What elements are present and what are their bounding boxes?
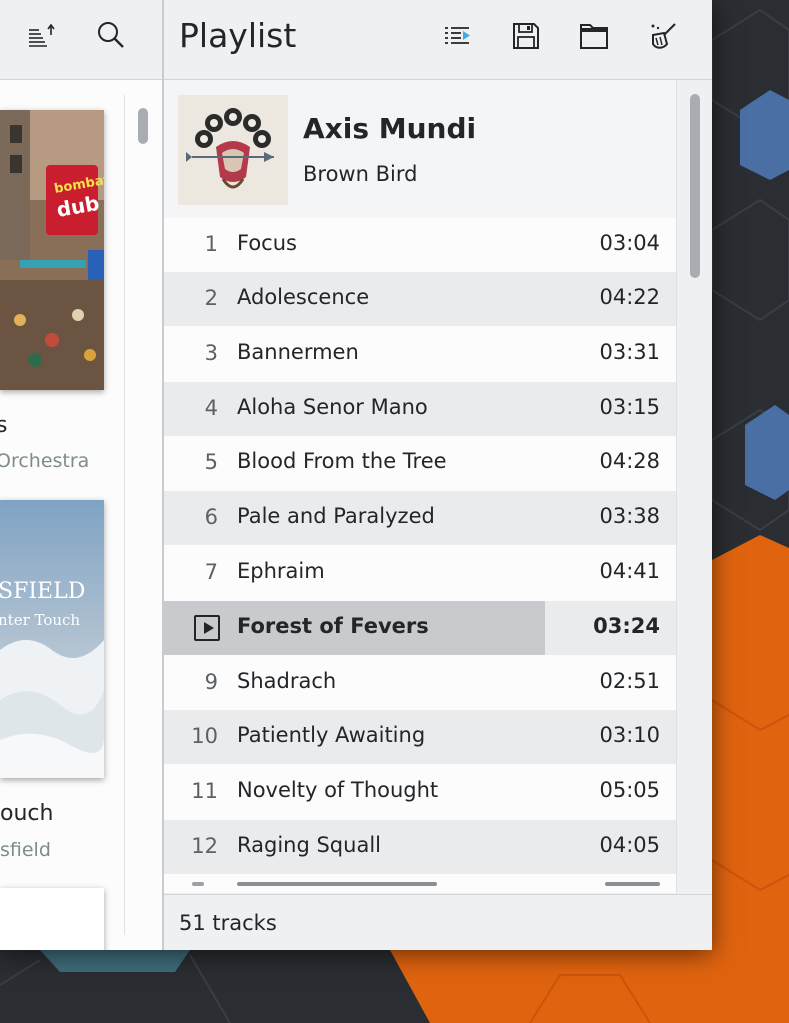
album-cover[interactable]: bombay dub: [0, 110, 104, 390]
track-count: 51 tracks: [179, 911, 277, 935]
track-title: Aloha Senor Mano: [237, 395, 428, 419]
track-duration: 03:24: [593, 614, 660, 638]
track-row[interactable]: 10 Patiently Awaiting 03:10: [164, 710, 676, 764]
library-scrollbar-track[interactable]: [124, 95, 125, 935]
track-number: 3: [204, 341, 218, 365]
track-row[interactable]: 12 Raging Squall 04:05: [164, 820, 676, 874]
playlist-list: Axis Mundi Brown Bird 1 Focus 03:04 2 Ad…: [164, 80, 676, 893]
track-duration: 05:05: [599, 778, 660, 802]
track-duration: 03:04: [599, 231, 660, 255]
album-title[interactable]: ouch: [0, 801, 53, 826]
track-duration: 03:15: [599, 395, 660, 419]
track-row-playing[interactable]: Forest of Fevers 03:24: [164, 601, 676, 655]
playlist-album-artist: Brown Bird: [303, 162, 418, 186]
track-duration: 03:31: [599, 340, 660, 364]
track-row[interactable]: 3 Bannermen 03:31: [164, 327, 676, 381]
app-window: bombay dub s Orchestra SFIELD nter Touch: [0, 0, 712, 950]
album-header[interactable]: Axis Mundi Brown Bird: [164, 80, 676, 218]
track-duration: 04:22: [599, 285, 660, 309]
library-scrollbar-handle[interactable]: [138, 108, 148, 144]
album-cover[interactable]: [0, 888, 104, 950]
cover-text: SFIELD: [0, 579, 85, 604]
library-pane: bombay dub s Orchestra SFIELD nter Touch: [0, 0, 162, 950]
track-row[interactable]: 11 Novelty of Thought 05:05: [164, 765, 676, 819]
album-title[interactable]: s: [0, 413, 7, 438]
track-number: 1: [204, 232, 218, 256]
track-row[interactable]: 4 Aloha Senor Mano 03:15: [164, 382, 676, 436]
track-number: 4: [204, 396, 218, 420]
track-row[interactable]: 9 Shadrach 02:51: [164, 656, 676, 710]
search-icon[interactable]: [94, 18, 128, 52]
track-row[interactable]: 7 Ephraim 04:41: [164, 546, 676, 600]
album-cover: [178, 95, 288, 205]
track-duration: 03:38: [599, 504, 660, 528]
playlist-title: Playlist: [179, 16, 297, 55]
track-title: Pale and Paralyzed: [237, 504, 435, 528]
track-title: Bannermen: [237, 340, 359, 364]
track-title: Adolescence: [237, 285, 370, 309]
track-duration: 04:05: [599, 833, 660, 857]
album-artist[interactable]: Orchestra: [0, 450, 89, 472]
playlist-scrollbar-handle[interactable]: [690, 94, 700, 278]
track-number: 7: [204, 560, 218, 584]
track-number: 12: [191, 834, 218, 858]
track-title: Focus: [237, 231, 297, 255]
track-row[interactable]: 2 Adolescence 04:22: [164, 272, 676, 326]
playlist-toolbar: Playlist: [164, 0, 712, 80]
library-toolbar: [0, 0, 162, 80]
playlist-footer: 51 tracks: [164, 894, 712, 950]
track-title: Novelty of Thought: [237, 778, 439, 802]
track-title: Shadrach: [237, 669, 337, 693]
playlist-queue-icon[interactable]: [440, 19, 474, 53]
track-number: 9: [204, 670, 218, 694]
folder-icon[interactable]: [577, 19, 611, 53]
track-title-fragment: [237, 882, 437, 886]
cover-text: nter Touch: [0, 611, 80, 629]
track-row[interactable]: 1 Focus 03:04: [164, 218, 676, 272]
track-row[interactable]: 5 Blood From the Tree 04:28: [164, 436, 676, 490]
playlist-pane: Playlist Axis Mundi Brown Bird 1 Focus 0…: [164, 0, 712, 950]
playlist-album-name: Axis Mundi: [303, 112, 477, 145]
track-title: Forest of Fevers: [237, 614, 429, 638]
track-row[interactable]: 6 Pale and Paralyzed 03:38: [164, 491, 676, 545]
sort-ascending-icon[interactable]: [24, 20, 58, 54]
track-title: Blood From the Tree: [237, 449, 447, 473]
track-duration-fragment: [605, 882, 660, 886]
track-row-partial[interactable]: [164, 878, 676, 893]
track-number: 6: [204, 505, 218, 529]
album-cover[interactable]: SFIELD nter Touch: [0, 500, 104, 778]
track-title: Raging Squall: [237, 833, 381, 857]
track-title: Patiently Awaiting: [237, 723, 426, 747]
clear-playlist-icon[interactable]: [646, 19, 680, 53]
track-number: 11: [191, 779, 218, 803]
album-artist[interactable]: sfield: [0, 839, 51, 861]
now-playing-icon: [194, 615, 220, 641]
track-duration: 04:28: [599, 449, 660, 473]
track-number: 2: [204, 286, 218, 310]
track-title: Ephraim: [237, 559, 325, 583]
track-duration: 03:10: [599, 723, 660, 747]
save-icon[interactable]: [509, 19, 543, 53]
track-number: 5: [204, 450, 218, 474]
track-number: 10: [191, 724, 218, 748]
track-number-fragment: [192, 882, 204, 886]
track-duration: 04:41: [599, 559, 660, 583]
track-duration: 02:51: [599, 669, 660, 693]
